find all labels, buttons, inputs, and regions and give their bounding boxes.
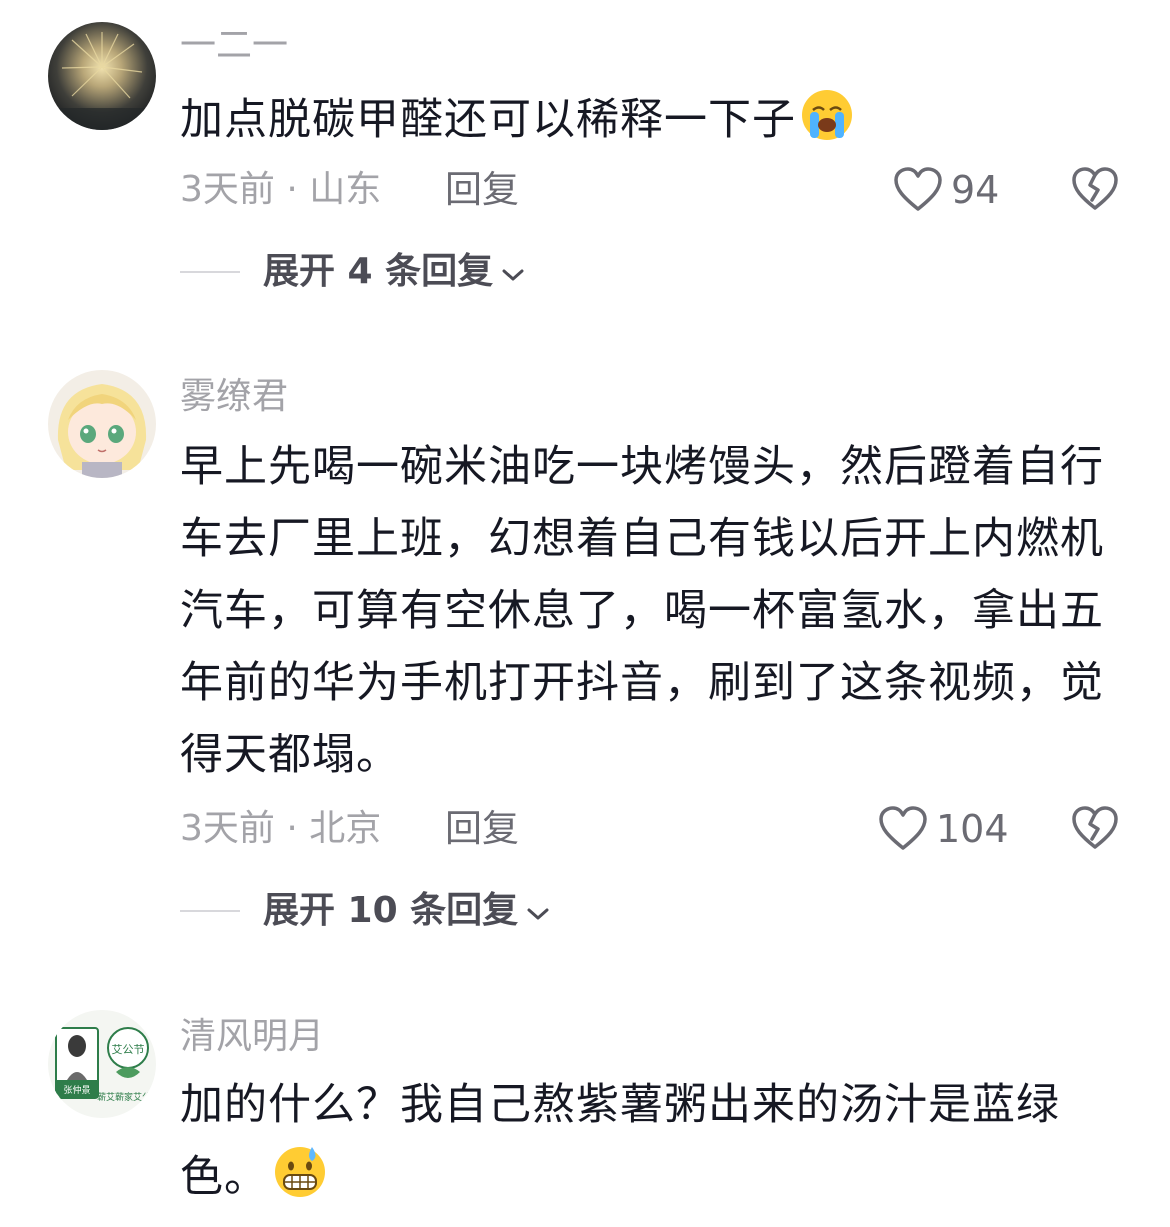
like-count: 94 — [951, 168, 1000, 212]
comment-text: 加的什么？我自己熬紫薯粥出来的汤汁是蓝绿色。 — [180, 1069, 1070, 1213]
like-button[interactable]: 94 — [893, 164, 999, 216]
grimacing-sweat-face-emoji — [272, 1143, 326, 1197]
comment-time-location: 3天前 · 北京 — [180, 808, 382, 849]
divider — [180, 271, 240, 273]
username[interactable]: 一二一 — [180, 24, 288, 68]
like-button[interactable]: 104 — [878, 803, 1009, 855]
broken-heart-icon — [1071, 806, 1119, 855]
expand-replies-button[interactable]: 展开 4 条回复 — [263, 250, 525, 294]
reply-button[interactable]: 回复 — [445, 807, 519, 851]
svg-text:张仲景: 张仲景 — [63, 1084, 90, 1096]
dislike-button[interactable] — [1071, 805, 1119, 853]
expand-replies-button[interactable]: 展开 10 条回复 — [263, 889, 550, 933]
loudly-crying-face-emoji — [800, 88, 854, 142]
svg-text:蕲艾蕲家艾公: 蕲艾蕲家艾公 — [97, 1091, 151, 1103]
expand-replies-label: 展开 10 条回复 — [263, 890, 519, 931]
avatar[interactable] — [48, 22, 156, 130]
comment-item: 雾缭君 早上先喝一碗米油吃一块烤馒头，然后蹬着自行车去厂里上班，幻想着自己有钱以… — [0, 355, 1170, 965]
username[interactable]: 雾缭君 — [180, 375, 288, 419]
divider — [180, 910, 240, 912]
comment-list: 一二一 加点脱碳甲醛还可以稀释一下子 3天前 · 山东 回复 94 展开 4 条… — [0, 0, 1170, 1227]
reply-button[interactable]: 回复 — [445, 168, 519, 212]
like-count: 104 — [936, 807, 1009, 851]
comment-time-location: 3天前 · 山东 — [180, 169, 382, 210]
heart-outline-icon — [878, 806, 928, 852]
chevron-down-icon — [518, 889, 550, 933]
comment-text-content: 加点脱碳甲醛还可以稀释一下子 — [180, 95, 796, 145]
comment-text: 加点脱碳甲醛还可以稀释一下子 — [180, 84, 1110, 156]
comment-item: 张仲景 艾公节 蕲艾蕲家艾公 清风明月 加的什么？我自己熬紫薯粥出来的汤汁是蓝绿… — [0, 995, 1170, 1227]
username[interactable]: 清风明月 — [180, 1015, 324, 1059]
comment-item: 一二一 加点脱碳甲醛还可以稀释一下子 3天前 · 山东 回复 94 展开 4 条… — [0, 0, 1170, 320]
chevron-down-icon — [493, 250, 525, 294]
svg-text:艾公节: 艾公节 — [112, 1043, 145, 1056]
comment-text: 早上先喝一碗米油吃一块烤馒头，然后蹬着自行车去厂里上班，幻想着自己有钱以后开上内… — [180, 442, 1104, 780]
avatar[interactable] — [48, 370, 156, 478]
heart-outline-icon — [893, 167, 943, 213]
dislike-button[interactable] — [1071, 166, 1119, 214]
broken-heart-icon — [1071, 167, 1119, 216]
avatar[interactable]: 张仲景 艾公节 蕲艾蕲家艾公 — [48, 1010, 156, 1118]
expand-replies-label: 展开 4 条回复 — [263, 251, 494, 292]
